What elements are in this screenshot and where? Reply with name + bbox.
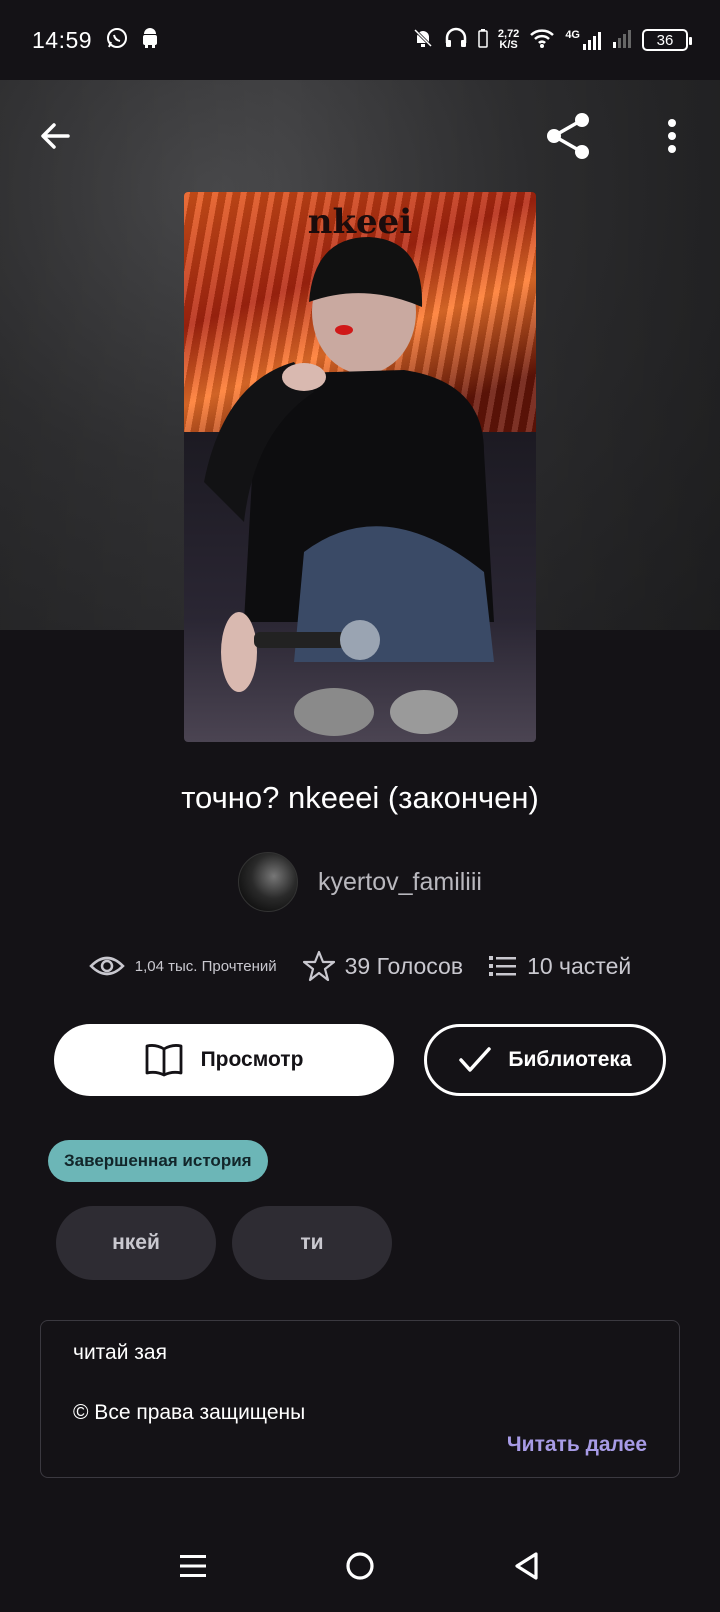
back-button[interactable]: [28, 108, 84, 164]
book-open-icon: [145, 1044, 182, 1077]
battery-icon: 36: [642, 29, 692, 51]
author-link[interactable]: kyertov_familiii: [0, 852, 720, 912]
signal-2-icon: [612, 27, 632, 54]
description-text: читай зая: [73, 1341, 167, 1364]
signal-icon: 4G: [565, 29, 602, 51]
tags-list: нкей ти: [56, 1206, 392, 1280]
tag-item[interactable]: ти: [232, 1206, 392, 1280]
network-speed: 2,72 K/S: [497, 28, 520, 51]
reads-stat: 1,04 тыс. Прочтений: [88, 954, 277, 978]
check-icon: [459, 1047, 492, 1072]
story-cover[interactable]: nkeei: [184, 192, 536, 742]
parts-stat: 10 частей: [489, 953, 631, 980]
system-back-button[interactable]: [512, 1550, 542, 1587]
story-description: читай зая © Все права защищены Читать да…: [40, 1320, 680, 1478]
copyright-text: © Все права защищены: [73, 1401, 306, 1424]
headphones-icon: [444, 27, 468, 54]
read-more-link[interactable]: Читать далее: [507, 1433, 647, 1457]
tag-item[interactable]: нкей: [56, 1206, 216, 1280]
cover-figure: [204, 237, 494, 736]
system-nav-bar: [0, 1524, 720, 1612]
battery-small-icon: [478, 28, 488, 53]
read-button[interactable]: Просмотр: [54, 1024, 394, 1096]
status-bar: 14:59 2,72 K/S 4G 36: [0, 0, 720, 80]
mute-bell-icon: [412, 27, 434, 54]
read-button-label: Просмотр: [200, 1048, 304, 1071]
whatsapp-icon: [106, 27, 128, 54]
menu-icon: [180, 1554, 206, 1577]
triangle-back-icon: [515, 1551, 538, 1580]
library-button-label: Библиотека: [508, 1048, 632, 1071]
list-icon: [489, 956, 517, 976]
share-button[interactable]: [540, 108, 596, 164]
library-button[interactable]: Библиотека: [424, 1024, 666, 1096]
home-button[interactable]: [344, 1550, 376, 1587]
circle-home-icon: [346, 1551, 374, 1580]
author-name[interactable]: kyertov_familiii: [318, 868, 482, 897]
author-avatar[interactable]: [238, 852, 299, 912]
story-stats: 1,04 тыс. Прочтений 39 Голосов 10 частей: [0, 946, 720, 986]
story-title: точно? nkeeei (закончен): [181, 780, 539, 815]
arrow-left-icon: [41, 123, 70, 149]
star-icon: [302, 950, 335, 982]
share-icon: [547, 113, 589, 159]
more-options-button[interactable]: [644, 108, 700, 164]
status-time: 14:59: [32, 26, 93, 53]
android-icon: [140, 27, 160, 54]
recent-apps-button[interactable]: [178, 1551, 208, 1586]
cover-title: nkeei: [307, 202, 413, 242]
wifi-icon: [529, 27, 555, 54]
votes-stat: 39 Голосов: [302, 950, 463, 982]
more-vertical-icon: [668, 119, 676, 153]
completed-badge: Завершенная история: [48, 1140, 268, 1182]
eye-icon: [88, 956, 125, 976]
